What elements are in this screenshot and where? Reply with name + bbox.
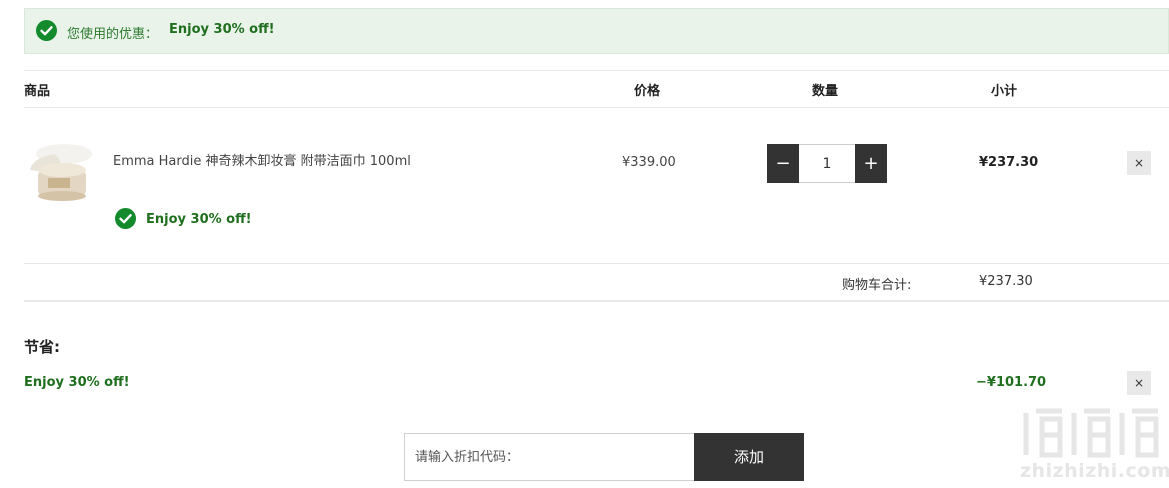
quantity-decrease-button[interactable]: − <box>767 144 799 183</box>
savings-title: 节省: <box>24 338 60 356</box>
remove-item-button[interactable]: × <box>1127 151 1151 175</box>
checkmark-icon <box>115 208 136 229</box>
coupon-code-input[interactable] <box>404 433 694 481</box>
divider <box>24 107 1169 108</box>
product-name-link[interactable]: Emma Hardie 神奇辣木卸妆膏 附带洁面巾 100ml <box>113 150 411 169</box>
quantity-increase-button[interactable]: + <box>855 144 887 183</box>
cart-total-label: 购物车合计: <box>842 278 912 293</box>
header-subtotal: 小计 <box>991 84 1018 99</box>
watermark-text: zhizhizhi.com <box>1020 460 1169 482</box>
divider <box>24 263 1169 264</box>
cart-total-value: ¥237.30 <box>979 274 1033 289</box>
apply-coupon-button[interactable]: 添加 <box>694 433 804 481</box>
product-thumbnail[interactable] <box>24 140 98 202</box>
savings-amount: −¥101.70 <box>976 375 1047 390</box>
coupon-applied-banner: 您使用的优惠： Enjoy 30% off! <box>24 8 1169 54</box>
header-product: 商品 <box>24 84 51 99</box>
unit-price: ¥339.00 <box>622 155 676 170</box>
checkmark-icon <box>36 20 57 41</box>
item-subtotal: ¥237.30 <box>979 155 1039 170</box>
item-discount-label: Enjoy 30% off! <box>146 212 252 227</box>
divider <box>24 70 1169 71</box>
header-price: 价格 <box>634 84 661 99</box>
header-quantity: 数量 <box>812 84 839 99</box>
banner-coupon-name: Enjoy 30% off! <box>169 22 275 37</box>
banner-label: 您使用的优惠： <box>67 27 159 42</box>
remove-coupon-button[interactable]: × <box>1127 371 1151 395</box>
divider <box>24 300 1169 302</box>
savings-coupon-name: Enjoy 30% off! <box>24 375 130 390</box>
quantity-input[interactable] <box>799 144 855 183</box>
